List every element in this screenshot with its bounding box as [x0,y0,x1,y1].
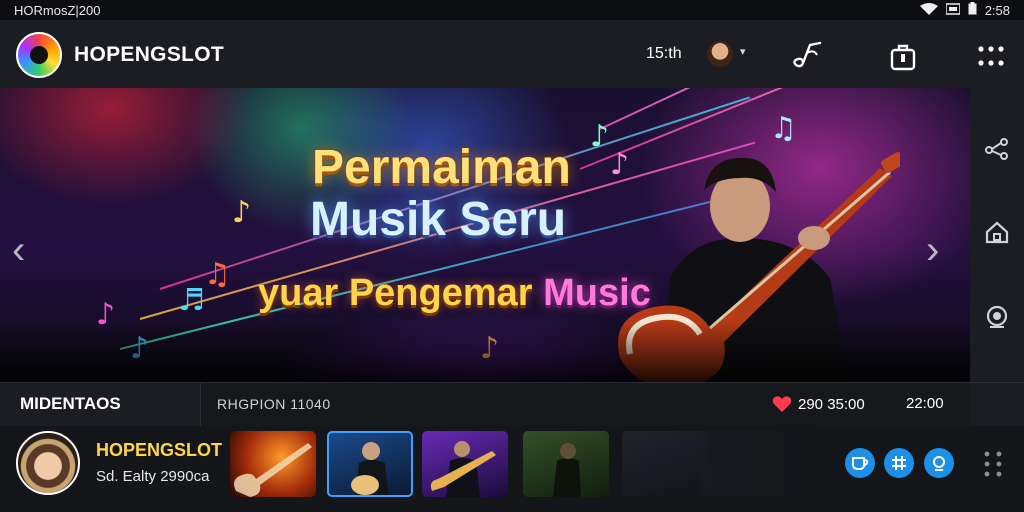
location-pin-icon[interactable] [984,305,1010,334]
hero-title-line3-a: yuar Pengemar [258,272,533,314]
status-time: 2:58 [984,2,1010,18]
svg-text:♪: ♪ [232,195,251,230]
chevron-left-icon[interactable]: ‹ [12,228,25,273]
svg-text:♬: ♬ [178,283,205,318]
status-bar: HORmosZ|200 2:58 [0,0,1024,20]
info-strip: MIDENTAOS RHGPION 11040 290 35:00 22:00 [0,382,1024,427]
thumbnail-guitar-1[interactable] [230,431,316,497]
chevron-down-icon[interactable]: ▾ [740,45,746,58]
home-icon[interactable] [984,220,1010,249]
hero-title-line3: yuar Pengemar Music [258,272,651,315]
profile-avatar[interactable] [16,431,80,495]
app-bar: HOPENGSLOT 15:th ▾ [0,20,1024,88]
drag-handle-icon[interactable] [982,450,1004,483]
thumbnail-guitar-5[interactable] [622,431,708,497]
side-rail [970,88,1024,382]
thumbnail-guitar-3[interactable] [422,431,508,497]
hero-banner[interactable]: ♪ ♫ ♪ ♬ ♪ ♪ ♫ ♪ ♪ Permaiman Musik Seru y… [0,88,970,382]
app-brand: HOPENGSLOT [74,43,225,66]
pin-icon[interactable] [924,448,954,478]
music-note-icon[interactable] [788,38,824,74]
clock-text: 22:00 [906,395,944,412]
likes-counter[interactable]: 290 35:00 [772,395,865,413]
grid-hash-icon[interactable] [884,448,914,478]
thumbnail-faded [700,431,840,497]
thumbnail-guitar-4[interactable] [523,431,609,497]
bag-icon[interactable] [885,38,921,74]
region-text: RHGPION 11040 [217,396,331,412]
profile-name: HOPENGSLOT [96,440,223,460]
bottom-panel: HOPENGSLOT Sd. Ealty 2990ca [0,426,1024,512]
hero-title-line2: Musik Seru [310,193,567,246]
hero-title-line1: Permaiman [312,141,571,194]
chevron-right-icon[interactable]: › [926,228,939,273]
more-grid-icon[interactable] [973,38,1009,74]
signal-icon [944,2,961,18]
battery-icon [968,2,977,18]
time-ago: 15:th [646,45,682,62]
hero-title-line3-b: Music [543,272,651,314]
user-avatar[interactable] [707,41,733,67]
svg-text:♫: ♫ [204,257,231,292]
profile-subtitle: Sd. Ealty 2990ca [96,468,210,485]
heart-icon [772,396,792,412]
crowd-silhouette [0,322,970,382]
share-icon[interactable] [984,136,1010,165]
section-label: MIDENTAOS [20,394,121,413]
app-logo[interactable] [16,32,62,78]
thumbnail-guitar-2[interactable] [327,431,413,497]
cup-icon[interactable] [845,448,875,478]
status-carrier: HORmosZ|200 [14,2,101,18]
likes-text: 290 35:00 [798,395,865,413]
wifi-icon [919,2,938,18]
